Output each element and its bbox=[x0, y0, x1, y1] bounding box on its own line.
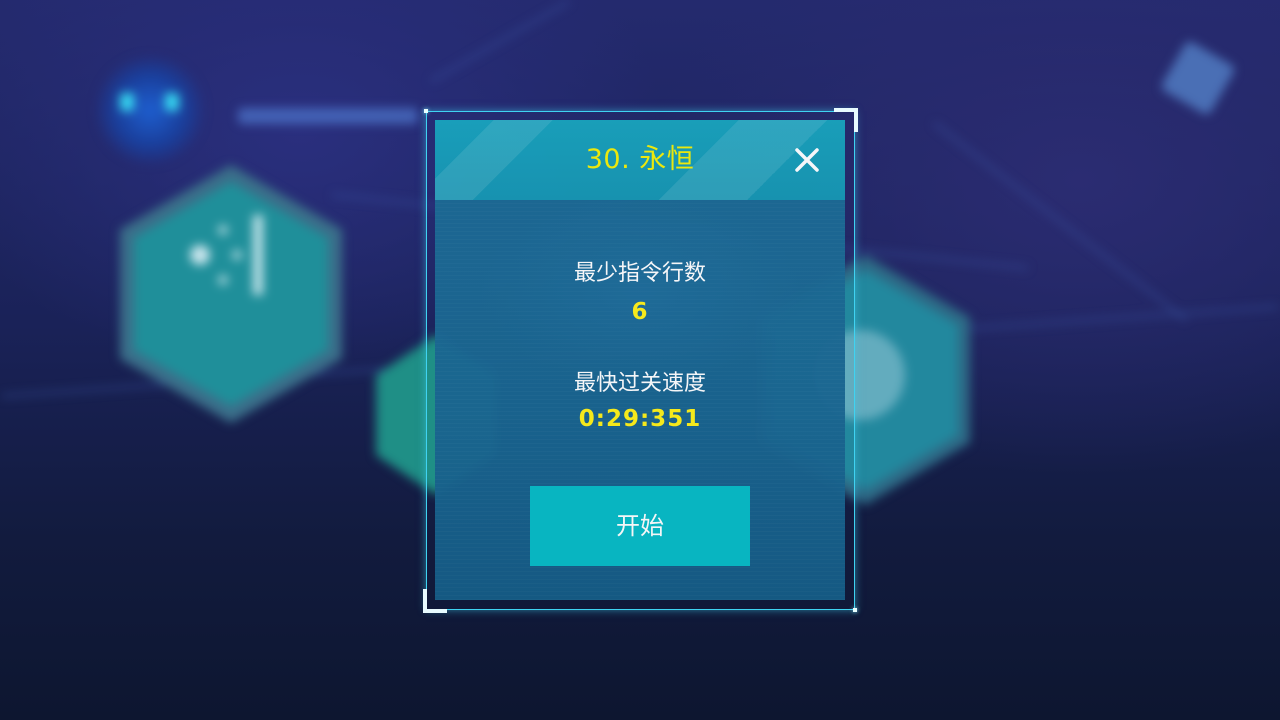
start-button[interactable]: 开始 bbox=[530, 486, 750, 566]
robot-eye bbox=[165, 93, 179, 111]
level-node-glyph-icon bbox=[190, 215, 263, 295]
map-path-line bbox=[932, 121, 1188, 322]
frame-corner-dot bbox=[853, 608, 857, 612]
min-instructions-label: 最少指令行数 bbox=[573, 261, 706, 286]
level-info-dialog: 30. 永恒 最少指令行数 6 最快过关速度 0:29:351 开始 bbox=[435, 120, 845, 600]
min-instructions-value: 6 bbox=[631, 299, 649, 325]
frame-corner-dot bbox=[424, 109, 428, 113]
map-path-line bbox=[429, 0, 571, 83]
fastest-time-label: 最快过关速度 bbox=[573, 371, 706, 396]
dialog-header: 30. 永恒 bbox=[435, 120, 845, 200]
level-title: 30. 永恒 bbox=[585, 144, 695, 175]
robot-eye bbox=[120, 93, 134, 111]
close-button[interactable] bbox=[789, 142, 825, 178]
robot-icon bbox=[95, 55, 205, 165]
blurred-label bbox=[238, 108, 418, 124]
game-screen: 30. 永恒 最少指令行数 6 最快过关速度 0:29:351 开始 bbox=[0, 0, 1280, 720]
close-icon bbox=[795, 148, 819, 172]
fastest-time-value: 0:29:351 bbox=[578, 406, 702, 432]
diamond-icon bbox=[1159, 39, 1237, 117]
